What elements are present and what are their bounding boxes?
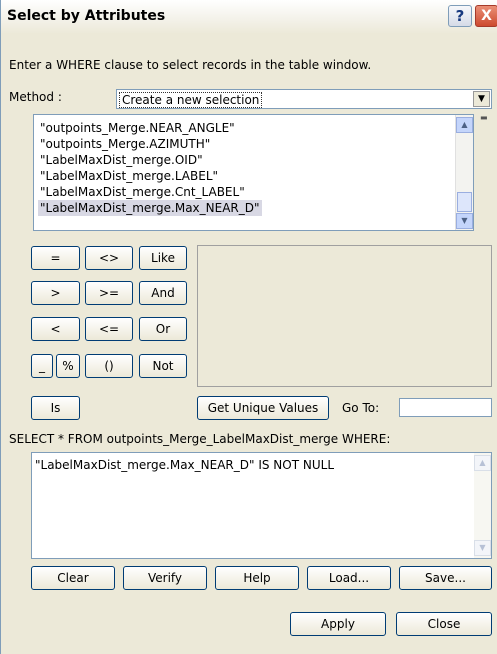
goto-input[interactable] [399,398,492,417]
percent-button[interactable]: % [56,354,80,378]
where-scrollbar[interactable]: ▲ ▼ [474,453,491,558]
close-button[interactable]: Close [396,612,492,636]
less-than-button[interactable]: < [31,317,80,341]
list-item-selected[interactable]: "LabelMaxDist_merge.Max_NEAR_D" [38,200,262,216]
list-resize-icon: ▬ [480,113,488,122]
greater-equal-button[interactable]: >= [85,281,133,305]
parentheses-button[interactable]: () [85,354,133,378]
less-equal-button[interactable]: <= [85,317,133,341]
clear-button[interactable]: Clear [31,566,115,590]
and-button[interactable]: And [139,281,187,305]
list-item[interactable]: "LabelMaxDist_merge.Cnt_LABEL" [38,184,247,200]
save-button[interactable]: Save... [399,566,492,590]
apply-button[interactable]: Apply [290,612,386,636]
fields-list[interactable]: "outpoints_Merge.NEAR_ANGLE" "outpoints_… [33,114,474,231]
where-clause-text: "LabelMaxDist_merge.Max_NEAR_D" IS NOT N… [35,458,334,472]
verify-button[interactable]: Verify [123,566,207,590]
scroll-down-icon[interactable]: ▼ [474,540,491,556]
unique-values-list[interactable] [197,245,492,387]
scroll-up-icon[interactable]: ▲ [456,117,473,133]
help-button[interactable]: Help [215,566,299,590]
help-icon[interactable]: ? [448,5,472,27]
not-button[interactable]: Not [139,354,187,378]
equals-button[interactable]: = [31,246,80,270]
greater-than-button[interactable]: > [31,281,80,305]
not-equal-button[interactable]: <> [85,246,133,270]
instructions-text: Enter a WHERE clause to select records i… [9,58,372,72]
method-label: Method : [9,90,62,104]
where-clause-input[interactable]: "LabelMaxDist_merge.Max_NEAR_D" IS NOT N… [31,452,492,559]
list-item[interactable]: "LabelMaxDist_merge.LABEL" [38,168,220,184]
get-unique-values-button[interactable]: Get Unique Values [197,396,329,420]
load-button[interactable]: Load... [307,566,391,590]
select-statement-label: SELECT * FROM outpoints_Merge_LabelMaxDi… [9,432,391,446]
list-item[interactable]: "LabelMaxDist_merge.OID" [38,152,205,168]
is-button[interactable]: Is [31,396,80,420]
scroll-up-icon[interactable]: ▲ [474,455,491,471]
or-button[interactable]: Or [139,317,187,341]
like-button[interactable]: Like [139,246,187,270]
select-by-attributes-dialog: Select by Attributes ? X Enter a WHERE c… [0,0,497,654]
list-item[interactable]: "outpoints_Merge.NEAR_ANGLE" [38,120,237,136]
chevron-down-icon[interactable]: ▼ [473,91,490,107]
underscore-button[interactable]: _ [31,354,53,378]
method-value: Create a new selection [119,92,263,108]
scroll-thumb[interactable] [457,192,472,212]
title-bar[interactable]: Select by Attributes ? X [1,0,497,34]
fields-scrollbar[interactable]: ▲ ▼ [455,115,473,230]
window-title: Select by Attributes [7,8,166,24]
close-icon[interactable]: X [475,5,497,27]
scroll-down-icon[interactable]: ▼ [456,213,473,229]
method-dropdown[interactable]: Create a new selection ▼ [116,89,492,109]
list-item[interactable]: "outpoints_Merge.AZIMUTH" [38,136,212,152]
goto-label: Go To: [342,401,380,415]
